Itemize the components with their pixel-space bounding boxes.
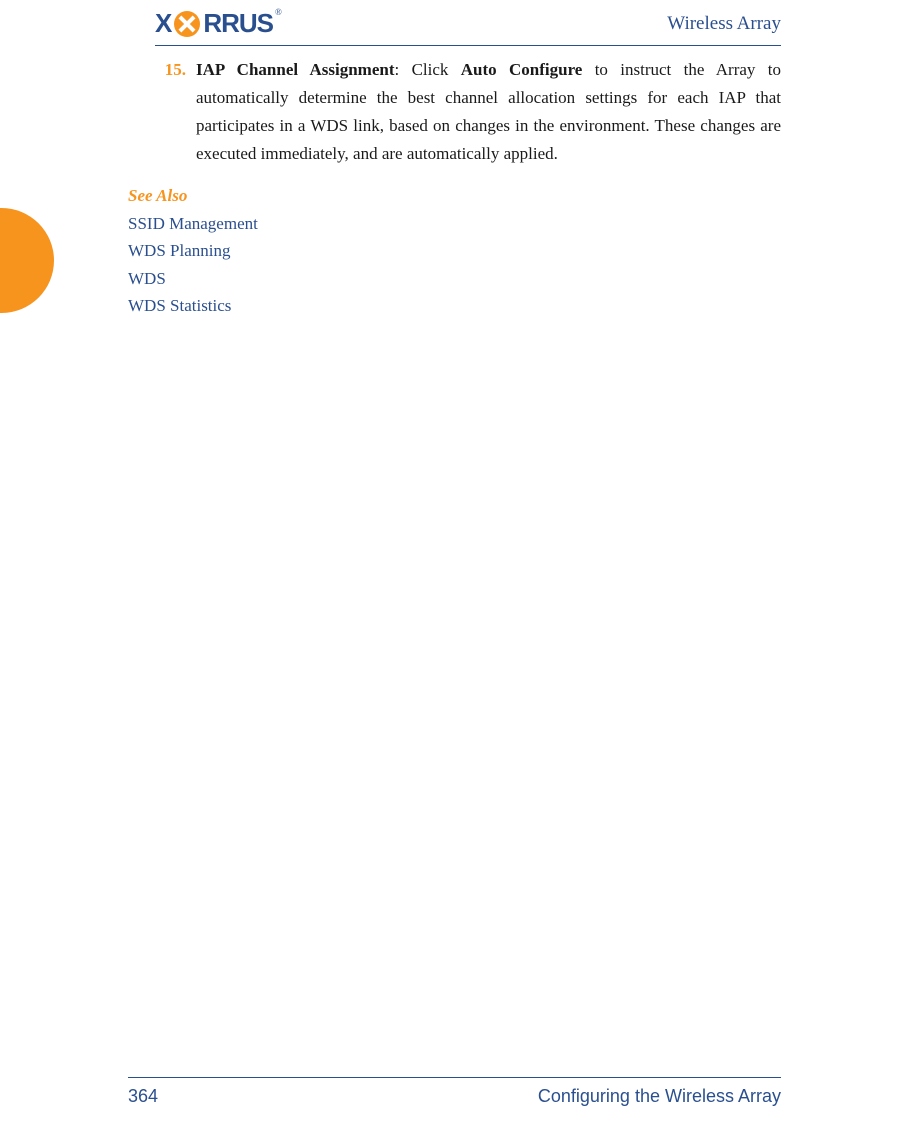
page-number: 364	[128, 1086, 158, 1107]
header-title: Wireless Array	[667, 13, 781, 35]
see-also-section: See Also SSID Management WDS Planning WD…	[128, 186, 781, 319]
item-title: IAP Channel Assignment	[196, 60, 395, 79]
registered-mark: ®	[275, 7, 282, 17]
logo-text-suffix: RRUS	[203, 8, 273, 39]
logo-text-prefix: X	[155, 8, 171, 39]
page-footer: 364 Configuring the Wireless Array	[128, 1077, 781, 1107]
logo-x-icon	[174, 11, 200, 37]
page-content: 15. IAP Channel Assignment: Click Auto C…	[128, 56, 781, 319]
see-also-link-wds-planning[interactable]: WDS Planning	[128, 237, 781, 264]
document-page: X RRUS ® Wireless Array 15. IAP Channel …	[0, 0, 901, 1137]
see-also-link-wds[interactable]: WDS	[128, 265, 781, 292]
item-bold2: Auto Configure	[461, 60, 583, 79]
item-sep: : Click	[395, 60, 461, 79]
numbered-list-item: 15. IAP Channel Assignment: Click Auto C…	[128, 56, 781, 168]
see-also-link-ssid-management[interactable]: SSID Management	[128, 210, 781, 237]
list-body: IAP Channel Assignment: Click Auto Confi…	[196, 56, 781, 168]
page-header: X RRUS ® Wireless Array	[155, 8, 781, 46]
brand-logo: X RRUS ®	[155, 8, 282, 39]
section-tab-icon	[0, 208, 54, 313]
see-also-link-wds-statistics[interactable]: WDS Statistics	[128, 292, 781, 319]
section-title: Configuring the Wireless Array	[538, 1086, 781, 1107]
list-number: 15.	[128, 56, 196, 168]
see-also-heading: See Also	[128, 186, 781, 206]
